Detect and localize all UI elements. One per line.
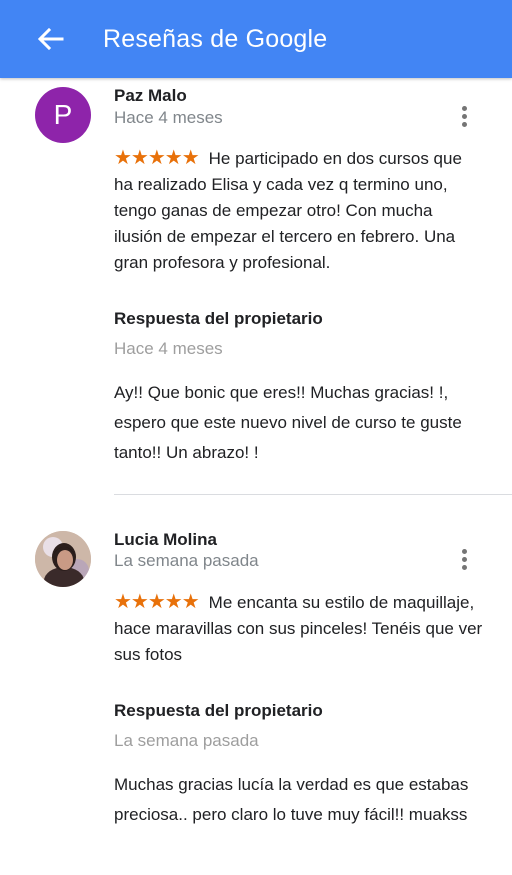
more-options-icon[interactable] bbox=[452, 545, 476, 573]
owner-reply-time: Hace 4 meses bbox=[114, 339, 223, 358]
star-rating: ★★★★★ bbox=[114, 147, 200, 169]
page-title: Reseñas de Google bbox=[103, 24, 328, 53]
owner-reply-text: Muchas gracias lucía la verdad es que es… bbox=[114, 775, 469, 824]
review-time: La semana pasada bbox=[114, 551, 259, 570]
review-author[interactable]: Paz Malo bbox=[114, 86, 187, 106]
star-rating: ★★★★★ bbox=[114, 591, 200, 613]
review-text: ★★★★★ Me encanta su estilo de maquillaje,… bbox=[114, 589, 484, 668]
owner-reply-label: Respuesta del propietario bbox=[114, 701, 323, 720]
avatar-letter: P bbox=[53, 99, 73, 130]
owner-reply-time: La semana pasada bbox=[114, 731, 259, 750]
more-options-icon[interactable] bbox=[452, 102, 476, 130]
back-button[interactable] bbox=[26, 14, 76, 64]
avatar[interactable] bbox=[35, 531, 91, 587]
review-text: ★★★★★ He participado en dos cursos que ha… bbox=[114, 145, 484, 276]
divider bbox=[114, 494, 512, 495]
owner-reply-label: Respuesta del propietario bbox=[114, 309, 323, 328]
review-author[interactable]: Lucia Molina bbox=[114, 530, 217, 550]
owner-reply-text: Ay!! Que bonic que eres!! Muchas gracias… bbox=[114, 383, 462, 462]
avatar[interactable]: P bbox=[35, 87, 91, 143]
review-time: Hace 4 meses bbox=[114, 108, 223, 127]
profile-photo-icon bbox=[35, 531, 91, 587]
arrow-back-icon bbox=[38, 28, 64, 50]
app-bar: Reseñas de Google bbox=[0, 0, 512, 78]
